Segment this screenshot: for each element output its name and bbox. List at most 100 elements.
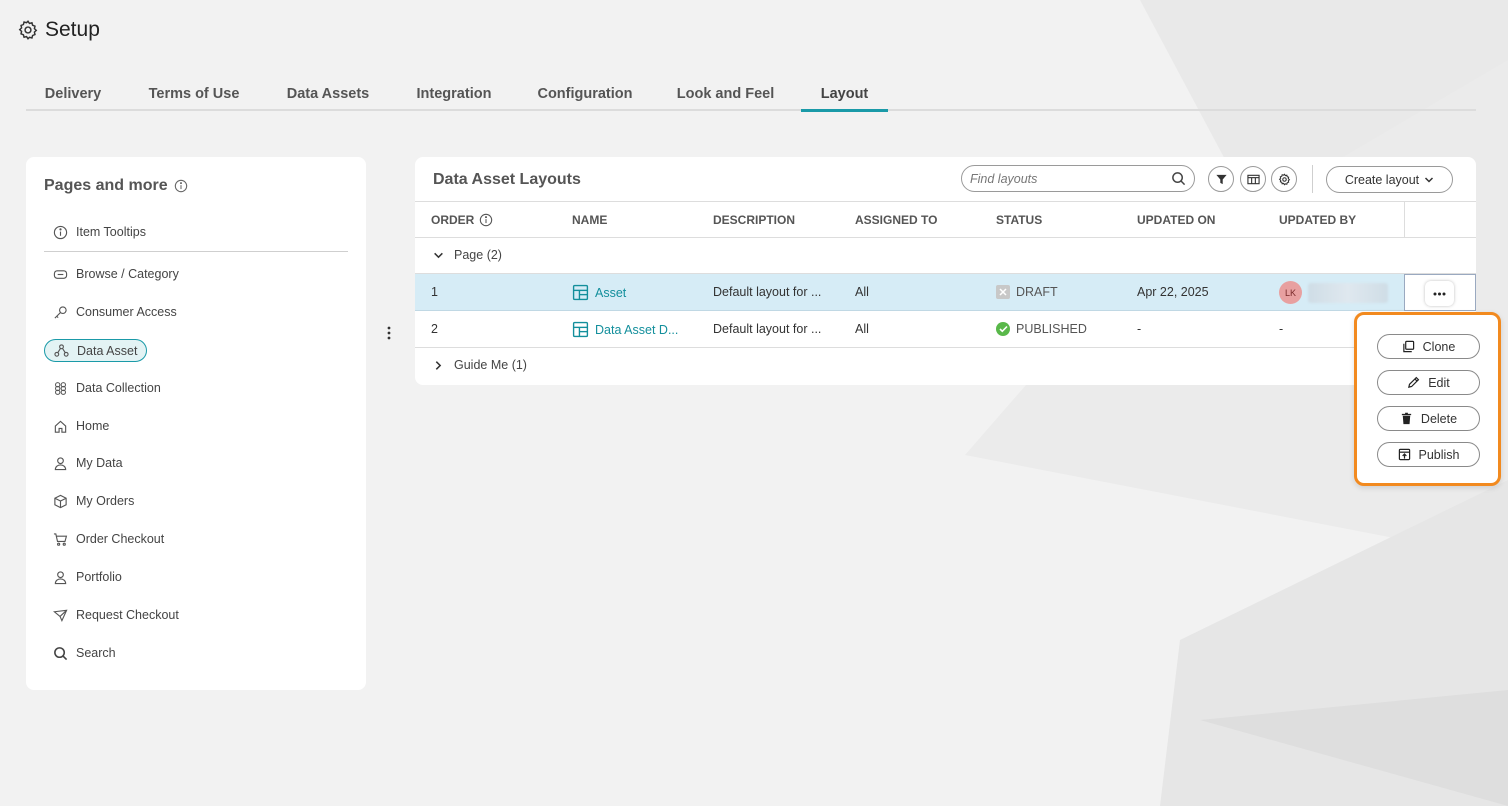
sidebar-item-label: Portfolio: [76, 570, 122, 584]
toolbar-divider: [1312, 165, 1313, 193]
box-icon: [54, 494, 67, 508]
sidebar-item-item-tooltips[interactable]: Item Tooltips: [44, 220, 155, 244]
sidebar-item-consumer-access[interactable]: Consumer Access: [44, 300, 186, 324]
tab-integration[interactable]: Integration: [388, 80, 520, 111]
tab-look-and-feel[interactable]: Look and Feel: [650, 80, 801, 111]
user-icon: [54, 570, 67, 584]
delete-button[interactable]: Delete: [1377, 406, 1480, 431]
sidebar-item-label: Search: [76, 646, 116, 660]
clone-label: Clone: [1422, 339, 1456, 354]
panel-resize-handle[interactable]: [384, 325, 394, 341]
create-layout-button[interactable]: Create layout: [1326, 166, 1453, 193]
search-icon: [54, 646, 68, 660]
publish-icon: [1398, 448, 1410, 461]
sidebar-item-label: My Data: [76, 456, 123, 470]
sidebar-item-label: Consumer Access: [76, 305, 177, 319]
table-row[interactable]: 2 Data Asset D... Default layout for ...…: [415, 311, 1476, 348]
publish-label: Publish: [1418, 447, 1460, 462]
sidebar-item-label: Home: [76, 419, 110, 433]
search-box: [961, 165, 1195, 192]
chevron-right-icon: [435, 360, 442, 370]
tab-configuration[interactable]: Configuration: [520, 80, 650, 111]
columns-button[interactable]: [1240, 166, 1266, 192]
layouts-panel-title: Data Asset Layouts: [433, 171, 581, 188]
table-row[interactable]: 1 Asset Default layout for ... All DRAFT…: [415, 274, 1476, 311]
group-toggle[interactable]: Guide Me (1): [433, 358, 527, 372]
column-header-order[interactable]: ORDER: [431, 213, 493, 227]
gear-icon: [18, 20, 38, 40]
filter-button[interactable]: [1208, 166, 1234, 192]
sidebar-item-label: Browse / Category: [76, 267, 179, 281]
chevron-down-icon: [1425, 176, 1434, 183]
settings-button[interactable]: [1271, 166, 1297, 192]
sidebar-item-home[interactable]: Home: [44, 414, 118, 438]
group-count: (2): [486, 248, 502, 262]
column-header-updated-on[interactable]: UPDATED ON: [1137, 213, 1215, 227]
sidebar-item-label: Item Tooltips: [76, 225, 146, 239]
pages-panel-title-text: Pages and more: [44, 177, 168, 194]
tab-layout[interactable]: Layout: [801, 80, 888, 112]
search-input[interactable]: [970, 171, 1160, 186]
sidebar-item-my-orders[interactable]: My Orders: [44, 489, 143, 513]
more-actions-button[interactable]: [1425, 281, 1454, 306]
home-icon: [54, 420, 67, 433]
layout-name-link[interactable]: Data Asset D...: [595, 323, 678, 337]
published-status-icon: [996, 322, 1010, 336]
column-header-description[interactable]: DESCRIPTION: [713, 213, 795, 227]
sidebar-item-browse-category[interactable]: Browse / Category: [44, 262, 188, 286]
key-icon: [54, 305, 67, 319]
status-badge: DRAFT: [1016, 285, 1058, 299]
sidebar-item-request-checkout[interactable]: Request Checkout: [44, 603, 188, 627]
tab-bar: Delivery Terms of Use Data Assets Integr…: [26, 80, 1476, 112]
cell-updated-by: LK: [1279, 281, 1388, 304]
cell-name[interactable]: Asset: [572, 284, 626, 301]
search-icon[interactable]: [1171, 171, 1186, 186]
sidebar-item-data-asset[interactable]: Data Asset: [44, 339, 148, 362]
cell-name[interactable]: Data Asset D...: [572, 321, 678, 338]
group-toggle[interactable]: Page (2): [433, 248, 502, 262]
info-icon: [53, 225, 68, 239]
publish-button[interactable]: Publish: [1377, 442, 1480, 467]
cell-updated-on: -: [1137, 322, 1142, 336]
column-header-assigned-to[interactable]: ASSIGNED TO: [855, 213, 937, 227]
layout-icon: [572, 284, 589, 301]
sidebar-divider: [44, 251, 348, 252]
avatar: LK: [1279, 281, 1302, 304]
tab-delivery[interactable]: Delivery: [26, 80, 120, 111]
sidebar-item-label: Data Asset: [77, 343, 138, 358]
sidebar-item-order-checkout[interactable]: Order Checkout: [44, 527, 173, 551]
sidebar-item-data-collection[interactable]: Data Collection: [44, 376, 170, 400]
group-label: Page: [454, 248, 484, 262]
info-icon[interactable]: [174, 179, 188, 193]
user-icon: [54, 456, 67, 470]
sidebar-item-my-data[interactable]: My Data: [44, 451, 132, 475]
column-header-name[interactable]: NAME: [572, 213, 607, 227]
group-row-page[interactable]: Page (2): [415, 238, 1476, 274]
pages-panel-title: Pages and more: [44, 177, 188, 195]
row-actions-cell: [1404, 274, 1476, 311]
draft-status-icon: [996, 285, 1010, 299]
sidebar-item-label: Request Checkout: [76, 608, 179, 622]
sidebar-item-label: My Orders: [76, 494, 135, 508]
more-horizontal-icon: [1433, 292, 1446, 295]
column-header-status[interactable]: STATUS: [996, 213, 1042, 227]
layout-icon: [572, 321, 589, 338]
column-header-updated-by[interactable]: UPDATED BY: [1279, 213, 1356, 227]
group-row-guide-me[interactable]: Guide Me (1): [415, 348, 1476, 384]
delete-label: Delete: [1420, 411, 1458, 426]
edit-button[interactable]: Edit: [1377, 370, 1480, 395]
column-separator: [1404, 202, 1405, 238]
status-badge: PUBLISHED: [1016, 322, 1087, 336]
sidebar-item-search[interactable]: Search: [44, 641, 125, 665]
filter-icon: [1215, 174, 1227, 184]
tab-terms-of-use[interactable]: Terms of Use: [120, 80, 268, 111]
gear-icon: [1278, 173, 1290, 185]
clone-button[interactable]: Clone: [1377, 334, 1480, 359]
tab-data-assets[interactable]: Data Assets: [268, 80, 388, 111]
chevron-down-icon: [434, 252, 443, 258]
pencil-icon: [1408, 376, 1420, 388]
sidebar-item-portfolio[interactable]: Portfolio: [44, 565, 131, 589]
cell-order: 1: [431, 285, 438, 299]
layout-name-link[interactable]: Asset: [595, 286, 626, 300]
info-icon[interactable]: [479, 213, 493, 227]
